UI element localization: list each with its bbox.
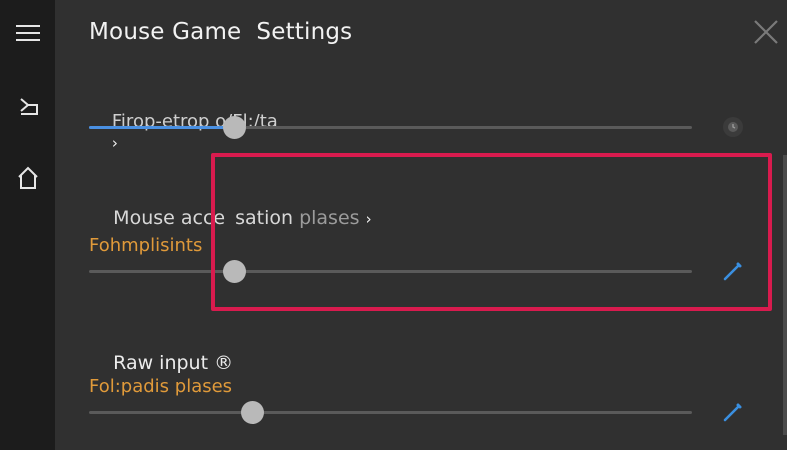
close-button[interactable] [751,17,781,47]
left-rail [0,0,55,450]
clock-icon [723,117,743,137]
highlight-box [211,153,772,311]
section-3-slider[interactable] [89,401,692,424]
share-arrow-icon [19,98,38,115]
pen-icon [723,403,742,422]
section-3-slider-thumb[interactable] [240,401,264,424]
close-icon [754,20,778,44]
home-button[interactable] [0,155,55,201]
section-2-sublabel: Fohmplisints [89,235,203,256]
section-1-slider[interactable] [89,116,692,139]
section-1-slider-fill [89,126,234,129]
section-3-edit-button[interactable] [719,398,747,426]
page-title: Mouse Game Settings [89,19,353,45]
chevron-right-icon: › [111,134,118,152]
menu-icon [15,25,40,41]
menu-button[interactable] [0,10,55,56]
back-button[interactable] [0,84,55,130]
section-3-sublabel: Fol:padis plases [89,376,233,397]
registered-badge: ® [214,352,234,374]
home-icon [17,166,38,189]
scrollbar[interactable] [783,155,787,435]
section-2-label-part1: Mouse acce [113,207,226,229]
section-1-slider-thumb[interactable] [222,116,246,139]
section-3-label-text: Raw input [113,352,209,374]
section-1-clock-button[interactable] [719,113,747,141]
